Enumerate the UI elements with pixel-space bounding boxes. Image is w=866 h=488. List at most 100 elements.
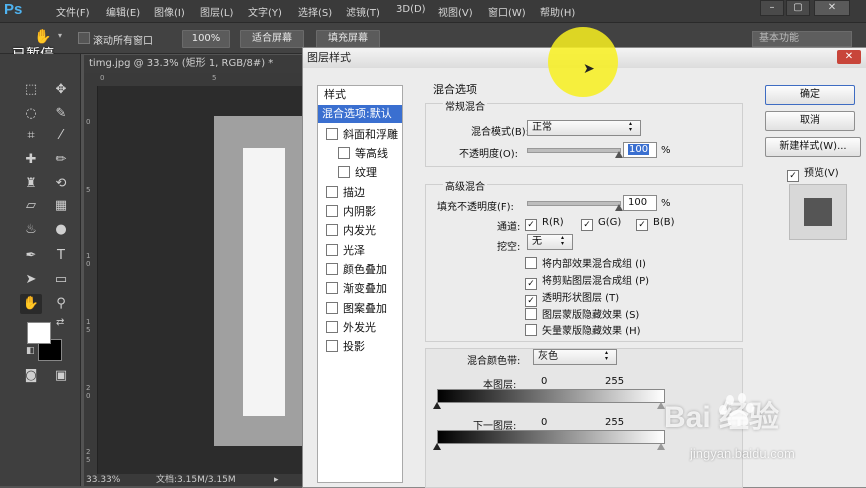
fill-screen-button[interactable]: 填充屏幕 [316,30,380,48]
rectangle-shape[interactable] [243,148,285,416]
brush-tool-icon[interactable]: ✏ [50,150,72,170]
channel-b-checkbox[interactable]: ✓ B(B) [636,217,675,231]
style-item-outer-glow[interactable]: 外发光 [318,319,410,337]
style-item-color-overlay[interactable]: 颜色叠加 [318,261,410,279]
quick-mask-icon[interactable]: ◙ [20,366,42,386]
style-item-texture[interactable]: 纹理 [318,164,422,182]
scroll-all-checkbox[interactable] [78,32,90,44]
menu-3d[interactable]: 3D(D) [396,4,426,15]
crop-tool-icon[interactable]: ⌗ [20,126,42,146]
fit-screen-button[interactable]: 适合屏幕 [240,30,304,48]
gradient-tool-icon[interactable]: ▦ [50,196,72,216]
style-checkbox[interactable] [338,147,350,159]
quick-select-tool-icon[interactable]: ✎ [50,104,72,124]
status-menu-arrow-icon[interactable]: ▸ [274,474,279,486]
style-item-pattern-overlay[interactable]: 图案叠加 [318,300,410,318]
cancel-button[interactable]: 取消 [765,111,855,131]
menu-filter[interactable]: 滤镜(T) [346,4,380,19]
zoom-100-button[interactable]: 100% [182,30,230,48]
fill-opacity-slider-thumb[interactable] [615,204,623,211]
blend-clipped-layers-checkbox[interactable]: ✓ 将剪贴图层混合成组 (P) [525,272,649,290]
style-checkbox[interactable] [338,166,350,178]
menu-view[interactable]: 视图(V) [438,4,473,19]
eyedropper-tool-icon[interactable]: ⁄ [50,126,72,146]
underlying-layer-white-slider[interactable] [657,443,665,450]
style-checkbox[interactable] [326,282,338,294]
default-colors-icon[interactable]: ◧ [26,346,35,356]
move-tool-icon[interactable]: ✥ [50,80,72,100]
style-item-gradient-overlay[interactable]: 渐变叠加 [318,280,410,298]
opacity-slider-thumb[interactable] [615,151,623,158]
new-style-button[interactable]: 新建样式(W)... [765,137,861,157]
knockout-select[interactable]: 无 [527,234,573,250]
style-checkbox[interactable] [326,244,338,256]
opacity-input[interactable]: 100 [623,142,657,158]
styles-header[interactable]: 样式 [318,86,402,104]
style-item-stroke[interactable]: 描边 [318,184,410,202]
zoom-tool-icon[interactable]: ⚲ [50,294,72,314]
style-checkbox[interactable] [326,263,338,275]
tool-preset-dropdown-icon[interactable]: ▾ [58,31,62,40]
style-item-blending-options[interactable]: 混合选项:默认 [318,105,402,123]
pen-tool-icon[interactable]: ✒ [20,246,42,266]
fill-opacity-input[interactable]: 100 [623,195,657,211]
hand-tool-panel-icon[interactable]: ✋ [20,294,42,314]
style-item-inner-glow[interactable]: 内发光 [318,222,410,240]
healing-brush-tool-icon[interactable]: ✚ [20,150,42,170]
menu-type[interactable]: 文字(Y) [248,4,282,19]
document-tab[interactable]: timg.jpg @ 33.3% (矩形 1, RGB/8#) * [84,55,309,73]
path-select-tool-icon[interactable]: ➤ [20,270,42,290]
screen-mode-icon[interactable]: ▣ [50,366,72,386]
workspace-select[interactable]: 基本功能 [752,31,852,47]
dialog-close-button[interactable]: ✕ [837,50,861,64]
eraser-tool-icon[interactable]: ▱ [20,196,42,216]
menu-layer[interactable]: 图层(L) [200,4,233,19]
window-close-button[interactable]: ✕ [814,0,850,16]
style-item-contour[interactable]: 等高线 [318,145,422,163]
foreground-color-swatch[interactable] [27,322,51,344]
zoom-level[interactable]: 33.33% [86,474,120,486]
menu-help[interactable]: 帮助(H) [540,4,575,19]
style-checkbox[interactable] [326,340,338,352]
channel-r-checkbox[interactable]: ✓ R(R) [525,217,564,231]
channel-g-checkbox[interactable]: ✓ G(G) [581,217,621,231]
transparency-shapes-layer-checkbox[interactable]: ✓ 透明形状图层 (T) [525,289,619,307]
vector-mask-hides-effects-checkbox[interactable]: 矢量蒙版隐藏效果 (H) [525,322,641,337]
blend-if-select[interactable]: 灰色 [533,349,617,365]
maximize-button[interactable]: ▢ [786,0,810,16]
style-checkbox[interactable] [326,321,338,333]
this-layer-black-slider[interactable] [433,402,441,409]
style-item-drop-shadow[interactable]: 投影 [318,338,410,356]
opacity-slider[interactable] [527,148,621,153]
style-checkbox[interactable] [326,186,338,198]
blur-tool-icon[interactable]: ♨ [20,220,42,240]
style-checkbox[interactable] [326,205,338,217]
marquee-tool-icon[interactable]: ⬚ [20,80,42,100]
preview-checkbox[interactable]: ✓ 预览(V) [787,164,839,182]
clone-stamp-tool-icon[interactable]: ♜ [20,174,42,194]
style-checkbox[interactable] [326,224,338,236]
type-tool-icon[interactable]: T [50,246,72,266]
lasso-tool-icon[interactable]: ◌ [20,104,42,124]
menu-edit[interactable]: 编辑(E) [106,4,140,19]
menu-file[interactable]: 文件(F) [56,4,90,19]
hand-tool-icon[interactable]: ✋ [34,29,51,45]
style-checkbox[interactable] [326,128,338,140]
style-checkbox[interactable] [326,302,338,314]
menu-select[interactable]: 选择(S) [298,4,332,19]
history-brush-tool-icon[interactable]: ⟲ [50,174,72,194]
layer-mask-hides-effects-checkbox[interactable]: 图层蒙版隐藏效果 (S) [525,306,639,321]
minimize-button[interactable]: – [760,0,784,16]
swap-colors-icon[interactable]: ⇄ [56,317,64,328]
style-item-inner-shadow[interactable]: 内阴影 [318,203,410,221]
dodge-tool-icon[interactable]: ● [50,220,72,240]
style-item-satin[interactable]: 光泽 [318,242,410,260]
menu-window[interactable]: 窗口(W) [488,4,526,19]
ok-button[interactable]: 确定 [765,85,855,105]
fill-opacity-slider[interactable] [527,201,621,206]
menu-image[interactable]: 图像(I) [154,4,185,19]
blend-interior-effects-checkbox[interactable]: 将内部效果混合成组 (I) [525,255,646,270]
shape-tool-icon[interactable]: ▭ [50,270,72,290]
blend-mode-select[interactable]: 正常 [527,120,641,136]
underlying-layer-black-slider[interactable] [433,443,441,450]
